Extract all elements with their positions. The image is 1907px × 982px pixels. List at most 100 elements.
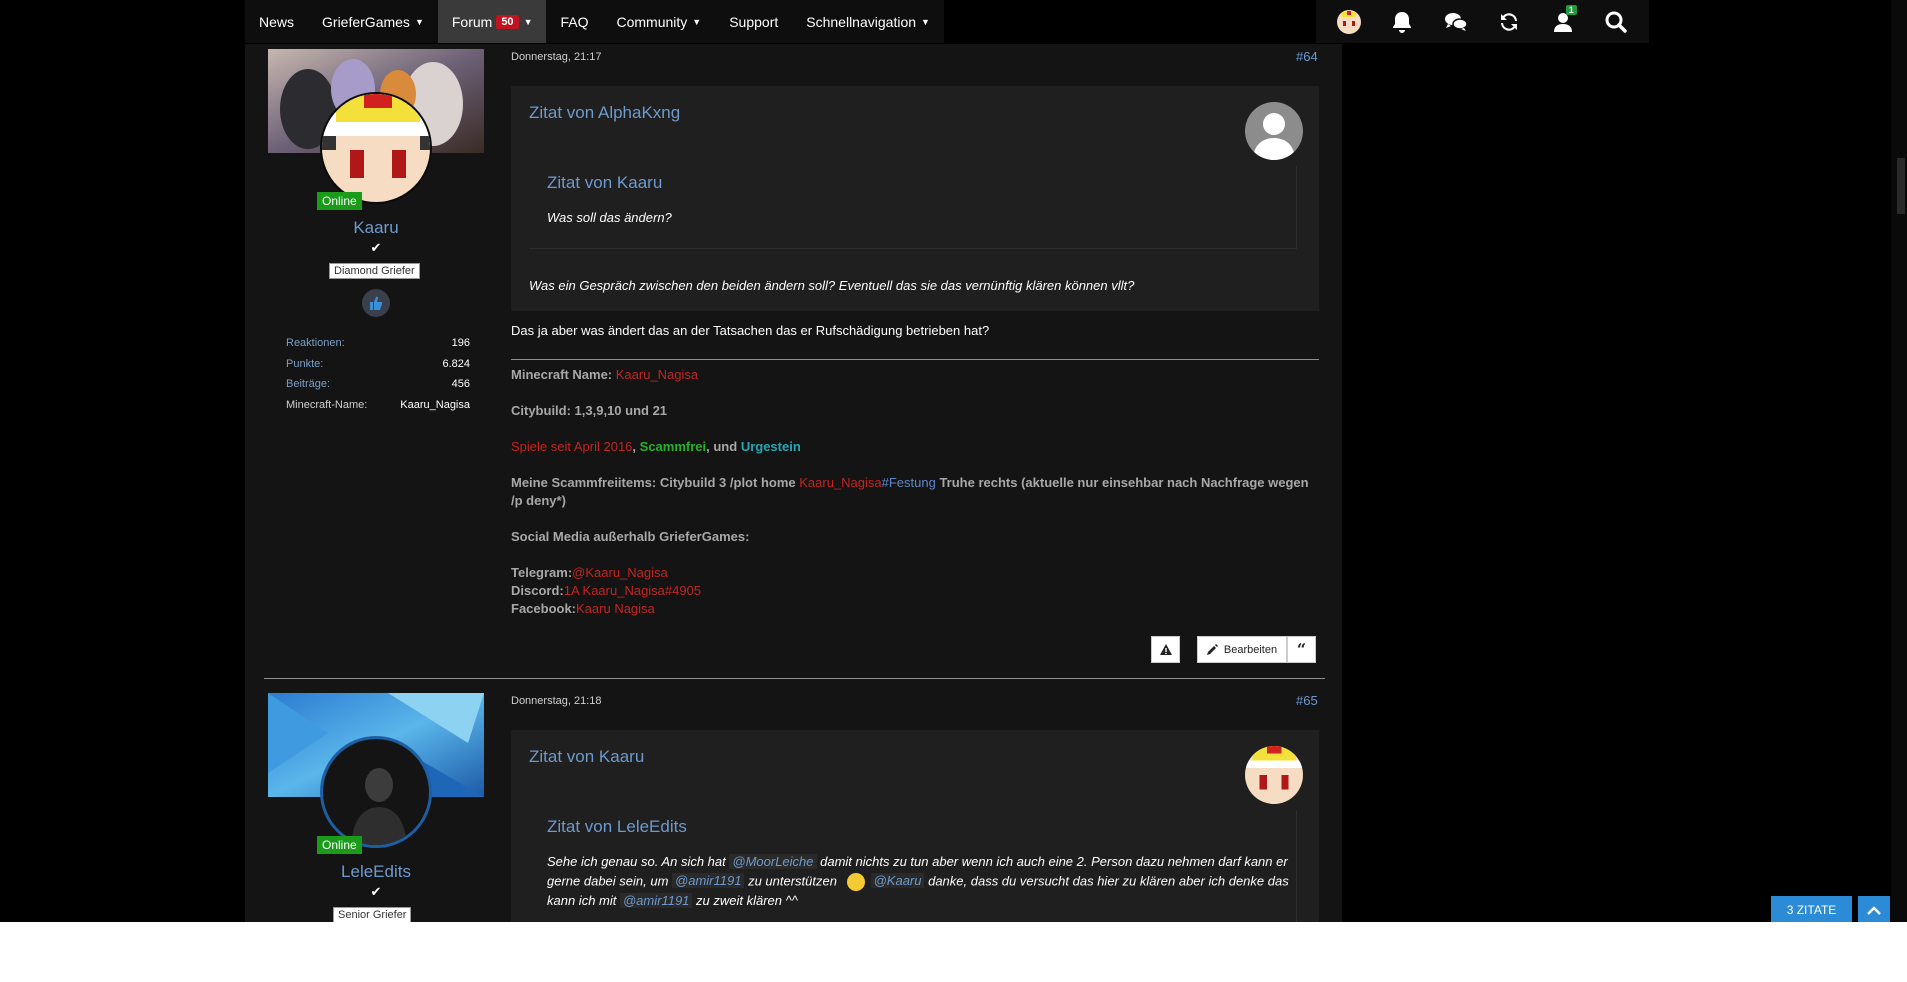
- user-photo-image: [323, 739, 429, 845]
- forum-count-badge: 50: [496, 14, 519, 29]
- nested-quote-text: kann ich mit: [547, 893, 620, 908]
- sig-facebook-value[interactable]: Kaaru Nagisa: [576, 601, 655, 616]
- stat-label-reactions: Reaktionen:: [286, 337, 345, 349]
- nested-quote-block: Zitat von Kaaru Was soll das ändern?: [529, 166, 1297, 249]
- main-menu: News GrieferGames ▼ Forum 50 ▼ FAQ Communit…: [245, 0, 944, 43]
- nav-faq[interactable]: FAQ: [546, 0, 602, 43]
- user-mention[interactable]: @Kaaru: [870, 873, 925, 889]
- verified-check-icon: ✔: [370, 884, 382, 899]
- scrollbar-thumb[interactable]: [1897, 158, 1905, 214]
- chevron-up-icon: [1867, 905, 1881, 915]
- sig-scammfrei: Scammfrei: [639, 439, 707, 454]
- post-64: Online Kaaru ✔ Diamond Griefer Reaktione…: [245, 44, 1342, 674]
- sig-telegram-value[interactable]: @Kaaru_Nagisa: [572, 565, 668, 580]
- quote-header-link[interactable]: Zitat von Kaaru: [529, 747, 644, 767]
- user-avatar[interactable]: [320, 736, 432, 848]
- nav-schnellnavigation[interactable]: Schnellnavigation ▼: [792, 0, 944, 43]
- edit-button[interactable]: Bearbeiten: [1197, 636, 1287, 663]
- nested-quote-text: damit nichts zu tun aber wenn ich auch e…: [816, 854, 1288, 869]
- sig-discord-value[interactable]: 1A Kaaru_Nagisa#4905: [564, 583, 701, 598]
- default-avatar-image: [1245, 102, 1303, 160]
- stat-label-posts: Beiträge:: [286, 378, 331, 390]
- sig-discord-label: Discord:: [511, 583, 564, 598]
- browser-viewport: News GrieferGames ▼ Forum 50 ▼ FAQ Communit…: [0, 0, 1907, 922]
- refresh-icon: [1501, 12, 1518, 31]
- refresh-button[interactable]: [1489, 2, 1529, 42]
- user-mention[interactable]: @amir1191: [619, 893, 693, 908]
- online-status-badge: Online: [317, 836, 362, 854]
- quote-author-avatar[interactable]: [1245, 746, 1303, 804]
- page-scrollbar[interactable]: [1891, 0, 1907, 922]
- pixel-avatar-image: [322, 94, 430, 202]
- quote-icon: “: [1296, 640, 1307, 659]
- sig-social: Social Media außerhalb GrieferGames:: [511, 529, 750, 544]
- thumbs-up-trophy-icon[interactable]: [362, 289, 390, 317]
- bell-icon: [1393, 11, 1412, 33]
- chevron-down-icon: ▼: [414, 16, 424, 27]
- sig-items-name: Kaaru_Nagisa: [799, 475, 882, 490]
- nested-quote-text: danke, dass du versucht das hier zu klär…: [924, 873, 1289, 889]
- post-number-link[interactable]: #64: [1296, 49, 1318, 64]
- report-button[interactable]: [1151, 636, 1180, 663]
- top-navigation-bar: News GrieferGames ▼ Forum 50 ▼ FAQ Communit…: [0, 0, 1907, 44]
- nav-griefergames[interactable]: GrieferGames ▼: [308, 0, 438, 43]
- nav-support[interactable]: Support: [715, 0, 792, 43]
- stat-value-reactions: 196: [451, 337, 470, 349]
- quotes-floating-button[interactable]: 3 ZITATE: [1771, 896, 1852, 922]
- nested-quote-header-link[interactable]: Zitat von LeleEdits: [547, 817, 687, 837]
- nested-quote-text: zu zweit klären ^^: [692, 893, 798, 908]
- quote-block: Zitat von AlphaKxng Zitat von Kaaru Was …: [511, 86, 1319, 311]
- user-panel-icons: 1: [1316, 0, 1649, 43]
- pixel-avatar-image: [1245, 746, 1303, 804]
- sig-und: , und: [706, 439, 741, 454]
- post-number-link[interactable]: #65: [1296, 693, 1318, 708]
- nested-quote-text: Sehe ich genau so. An sich hat: [547, 854, 730, 869]
- post-65: Online LeleEdits ✔ Senior Griefer Donner…: [245, 688, 1342, 922]
- nav-forum[interactable]: Forum 50 ▼: [437, 0, 547, 43]
- user-avatar-button[interactable]: [1329, 2, 1369, 42]
- friend-requests-button[interactable]: 1: [1543, 2, 1583, 42]
- sig-facebook-label: Facebook:: [511, 601, 577, 616]
- thread-content: Online Kaaru ✔ Diamond Griefer Reaktione…: [245, 44, 1342, 922]
- conversations-button[interactable]: [1436, 2, 1476, 42]
- nested-quote-line-2: gerne dabei sein, um @amir1191 zu unters…: [547, 873, 1289, 891]
- post-date[interactable]: Donnerstag, 21:18: [511, 695, 602, 707]
- scroll-to-top-button[interactable]: [1858, 896, 1890, 922]
- quote-button[interactable]: “: [1287, 636, 1316, 663]
- stat-value-points: 6.824: [442, 358, 470, 370]
- smiley-emoji-icon: [846, 873, 865, 891]
- user-mention[interactable]: @MoorLeiche: [729, 854, 817, 869]
- nav-news-label: News: [259, 13, 295, 30]
- sig-mc-label: Minecraft Name:: [511, 367, 616, 382]
- nav-support-label: Support: [729, 13, 779, 30]
- user-avatar[interactable]: [320, 92, 432, 204]
- username-link[interactable]: LeleEdits: [268, 862, 484, 882]
- quote-text: Was ein Gespräch zwischen den beiden änd…: [529, 278, 1135, 293]
- user-mention[interactable]: @amir1191: [672, 873, 745, 889]
- chat-icon: [1444, 12, 1468, 31]
- nav-griefergames-label: GrieferGames: [322, 13, 410, 30]
- quote-block: Zitat von Kaaru Zitat von LeleEdits Sehe: [511, 730, 1319, 922]
- nav-forum-label: Forum: [451, 13, 493, 30]
- nav-faq-label: FAQ: [560, 13, 589, 30]
- signature-divider: [511, 359, 1319, 360]
- quote-header-link[interactable]: Zitat von AlphaKxng: [529, 103, 680, 123]
- username-link[interactable]: Kaaru: [268, 218, 484, 238]
- nested-quote-text: Was soll das ändern?: [547, 210, 672, 225]
- nav-schnellnavigation-label: Schnellnavigation: [806, 13, 917, 30]
- edit-button-label: Bearbeiten: [1223, 643, 1278, 656]
- search-button[interactable]: [1596, 2, 1636, 42]
- sig-since: Spiele seit April 2016: [511, 439, 633, 454]
- post-date[interactable]: Donnerstag, 21:17: [511, 51, 602, 63]
- pencil-icon: [1206, 644, 1218, 655]
- nav-community[interactable]: Community ▼: [603, 0, 716, 43]
- nested-quote-header-link[interactable]: Zitat von Kaaru: [547, 173, 662, 193]
- quote-author-avatar[interactable]: [1245, 102, 1303, 160]
- nav-news[interactable]: News: [245, 0, 308, 43]
- sig-citybuild: Citybuild: 1,3,9,10 und 21: [511, 403, 668, 418]
- sig-telegram-label: Telegram:: [511, 565, 573, 580]
- notifications-button[interactable]: [1382, 2, 1422, 42]
- friend-requests-badge: 1: [1565, 4, 1577, 15]
- nested-quote-text: gerne dabei sein, um: [547, 873, 673, 889]
- chevron-down-icon: ▼: [692, 16, 702, 27]
